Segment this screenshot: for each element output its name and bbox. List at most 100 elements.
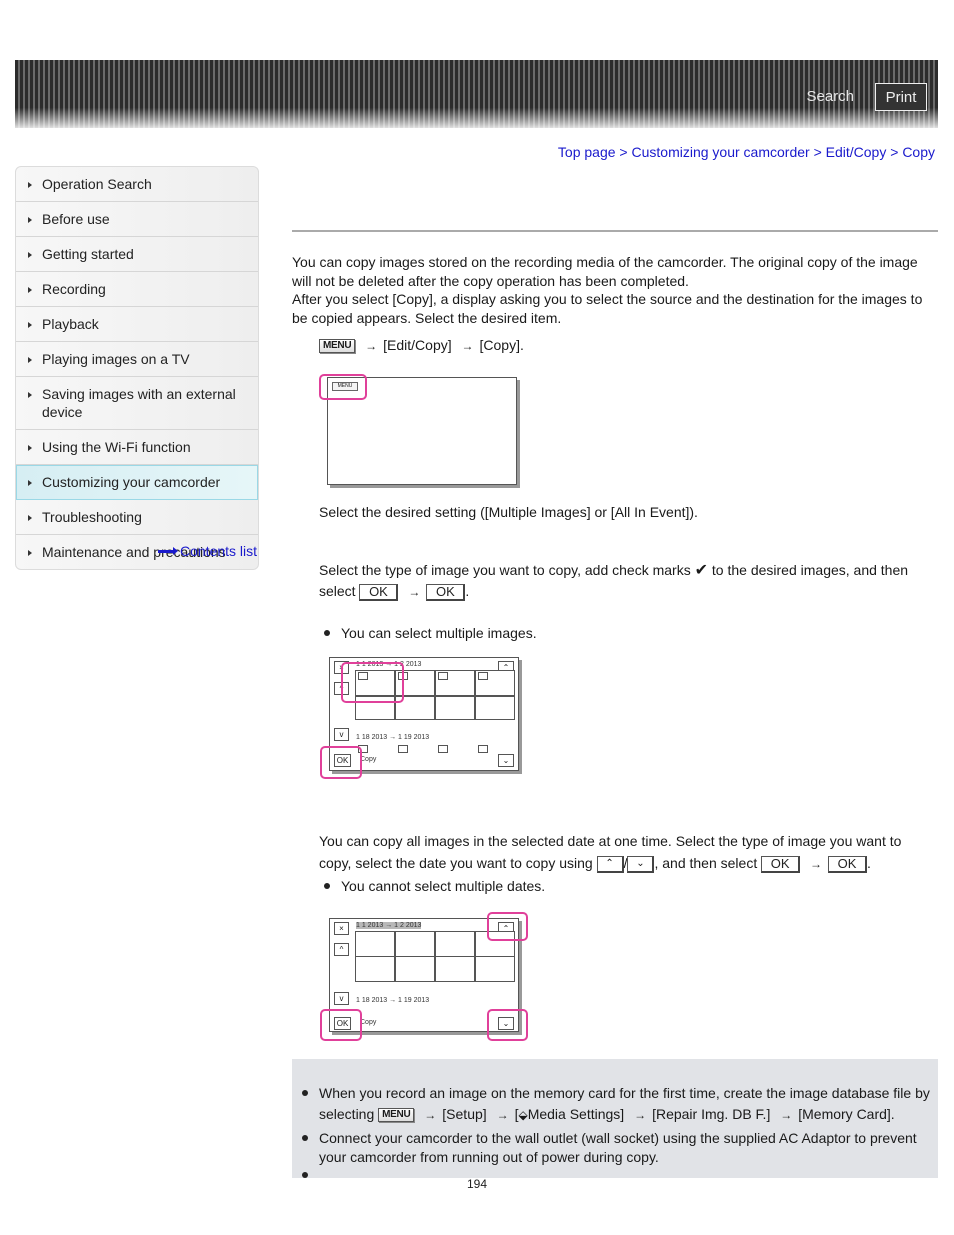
ok-button-icon: OK [828, 855, 867, 873]
page-down-icon: ⌄ [627, 855, 655, 873]
multiple-text-a: Select the type of image you want to cop… [319, 562, 691, 578]
sidebar-item-recording[interactable]: Recording [16, 272, 258, 307]
period: . [465, 583, 470, 599]
multiple-text-b: to the desired images, and then [711, 562, 909, 578]
note-step-repair: [Repair Img. DB F.] [652, 1106, 771, 1122]
breadcrumb-customizing[interactable]: Customizing your camcorder [632, 144, 810, 160]
sidebar-item-before-use[interactable]: Before use [16, 202, 258, 237]
arrow-right-icon: → [424, 1108, 437, 1122]
highlight-thumbnail [341, 662, 404, 703]
media-settings-icon: ⬙ [518, 1108, 528, 1122]
date-range-1: 1 1 2013 → 1 2 2013 [356, 922, 422, 929]
highlight-menu [319, 374, 367, 400]
sidebar-item-label: Getting started [42, 246, 134, 262]
menu-key-icon: MENU [378, 1108, 415, 1123]
note-step-memory-card: [Memory Card]. [798, 1106, 895, 1122]
breadcrumb-top-page[interactable]: Top page [558, 144, 616, 160]
page-number: 194 [467, 1177, 488, 1191]
step-1-edit-copy: [Edit/Copy] [383, 337, 452, 353]
highlight-ok [320, 746, 362, 779]
copy-label: Copy [360, 756, 377, 763]
scroll-up-icon: ^ [334, 943, 349, 956]
contents-list-label: Contents list [180, 543, 258, 559]
sidebar-item-label: Customizing your camcorder [42, 474, 221, 490]
sidebar-item-playback[interactable]: Playback [16, 307, 258, 342]
copy-label: Copy [360, 1019, 377, 1026]
arrow-right-icon: → [780, 1108, 793, 1122]
sidebar-item-label: Saving images with an external device [42, 386, 236, 420]
highlight-page-down [487, 1009, 528, 1041]
triangle-right-icon [28, 392, 32, 398]
breadcrumb: Top page > Customizing your camcorder > … [558, 144, 935, 160]
ok-button-icon: OK [426, 583, 466, 601]
event-text-b: copy, select the date you want to copy u… [319, 855, 593, 871]
breadcrumb-copy[interactable]: Copy [902, 144, 935, 160]
arrow-right-icon: → [365, 339, 378, 353]
multiple-text-c: select [319, 583, 356, 599]
intro-paragraph-1: You can copy images stored on the record… [292, 254, 918, 289]
triangle-right-icon [28, 322, 32, 328]
sidebar-item-operation-search[interactable]: Operation Search [16, 167, 258, 202]
sidebar-item-saving-external[interactable]: Saving images with an external device [16, 377, 258, 430]
triangle-right-icon [28, 217, 32, 223]
arrow-right-icon: → [408, 585, 421, 599]
note-1-line-1: When you record an image on the memory c… [302, 1084, 939, 1103]
arrow-right-icon: → [810, 857, 822, 871]
sidebar-item-troubleshooting[interactable]: Troubleshooting [16, 500, 258, 535]
breadcrumb-separator: > [890, 144, 899, 160]
menu-key-icon: MENU [319, 339, 356, 354]
event-text-c: , and then select [654, 855, 758, 871]
sidebar-item-label: Operation Search [42, 176, 152, 192]
note-3-empty [302, 1166, 329, 1178]
step-2-text: Select the desired setting ([Multiple Im… [319, 504, 698, 520]
event-text-line2: copy, select the date you want to copy u… [319, 854, 871, 874]
breadcrumb-separator: > [813, 144, 822, 160]
triangle-right-icon [28, 550, 32, 556]
search-link[interactable]: Search [806, 88, 854, 105]
sidebar-nav: Operation Search Before use Getting star… [15, 166, 259, 570]
contents-list-link[interactable]: Contents list [158, 543, 257, 559]
breadcrumb-edit-copy[interactable]: Edit/Copy [826, 144, 887, 160]
title-divider [292, 230, 938, 232]
sidebar-item-label: Troubleshooting [42, 509, 142, 525]
triangle-right-icon [28, 182, 32, 188]
header-bar: Search Print [15, 60, 938, 128]
triangle-right-icon [28, 515, 32, 521]
sidebar-item-label: Playback [42, 316, 99, 332]
highlight-page-up [487, 912, 528, 941]
highlight-ok [320, 1009, 362, 1041]
step-1-copy: [Copy]. [479, 337, 524, 353]
triangle-right-icon [28, 480, 32, 486]
sidebar-item-wifi[interactable]: Using the Wi-Fi function [16, 430, 258, 465]
page-down-icon: ⌄ [498, 754, 514, 767]
note-step-setup: [Setup] [442, 1106, 487, 1122]
scroll-down-icon: v [334, 728, 349, 741]
sidebar-item-label: Using the Wi-Fi function [42, 439, 191, 455]
scroll-down-icon: v [334, 992, 349, 1005]
sidebar-item-getting-started[interactable]: Getting started [16, 237, 258, 272]
multiple-text-line2: select OK → OK. [319, 582, 469, 602]
period: . [867, 855, 871, 871]
triangle-right-icon [28, 287, 32, 293]
bullet-multiple-dates: You cannot select multiple dates. [323, 878, 546, 894]
bullet-multiple-images: You can select multiple images. [324, 625, 537, 641]
sidebar-item-label: Before use [42, 211, 110, 227]
multiple-text-line1: Select the type of image you want to cop… [319, 561, 908, 581]
date-range-2: 1 18 2013 → 1 19 2013 [356, 734, 430, 741]
triangle-right-icon [28, 445, 32, 451]
ok-button-icon: OK [359, 583, 399, 601]
event-text-line1: You can copy all images in the selected … [319, 833, 902, 849]
arrow-right-icon: → [461, 339, 474, 353]
arrow-right-icon: → [634, 1108, 647, 1122]
note-1-line-2: selecting MENU → [Setup] → [⬙Media Setting… [319, 1105, 895, 1125]
triangle-right-icon [28, 252, 32, 258]
intro-paragraph-2: After you select [Copy], a display askin… [292, 291, 923, 326]
ok-button-icon: OK [761, 855, 801, 873]
note-selecting: selecting [319, 1106, 375, 1122]
sidebar-item-playing-on-tv[interactable]: Playing images on a TV [16, 342, 258, 377]
checkmark-icon: ✔ [694, 562, 709, 579]
print-button[interactable]: Print [875, 83, 927, 111]
step-1: MENU → [Edit/Copy] → [Copy]. [319, 336, 524, 356]
note-step-media-settings: Media Settings] [527, 1106, 625, 1122]
sidebar-item-customizing[interactable]: Customizing your camcorder [16, 465, 258, 500]
